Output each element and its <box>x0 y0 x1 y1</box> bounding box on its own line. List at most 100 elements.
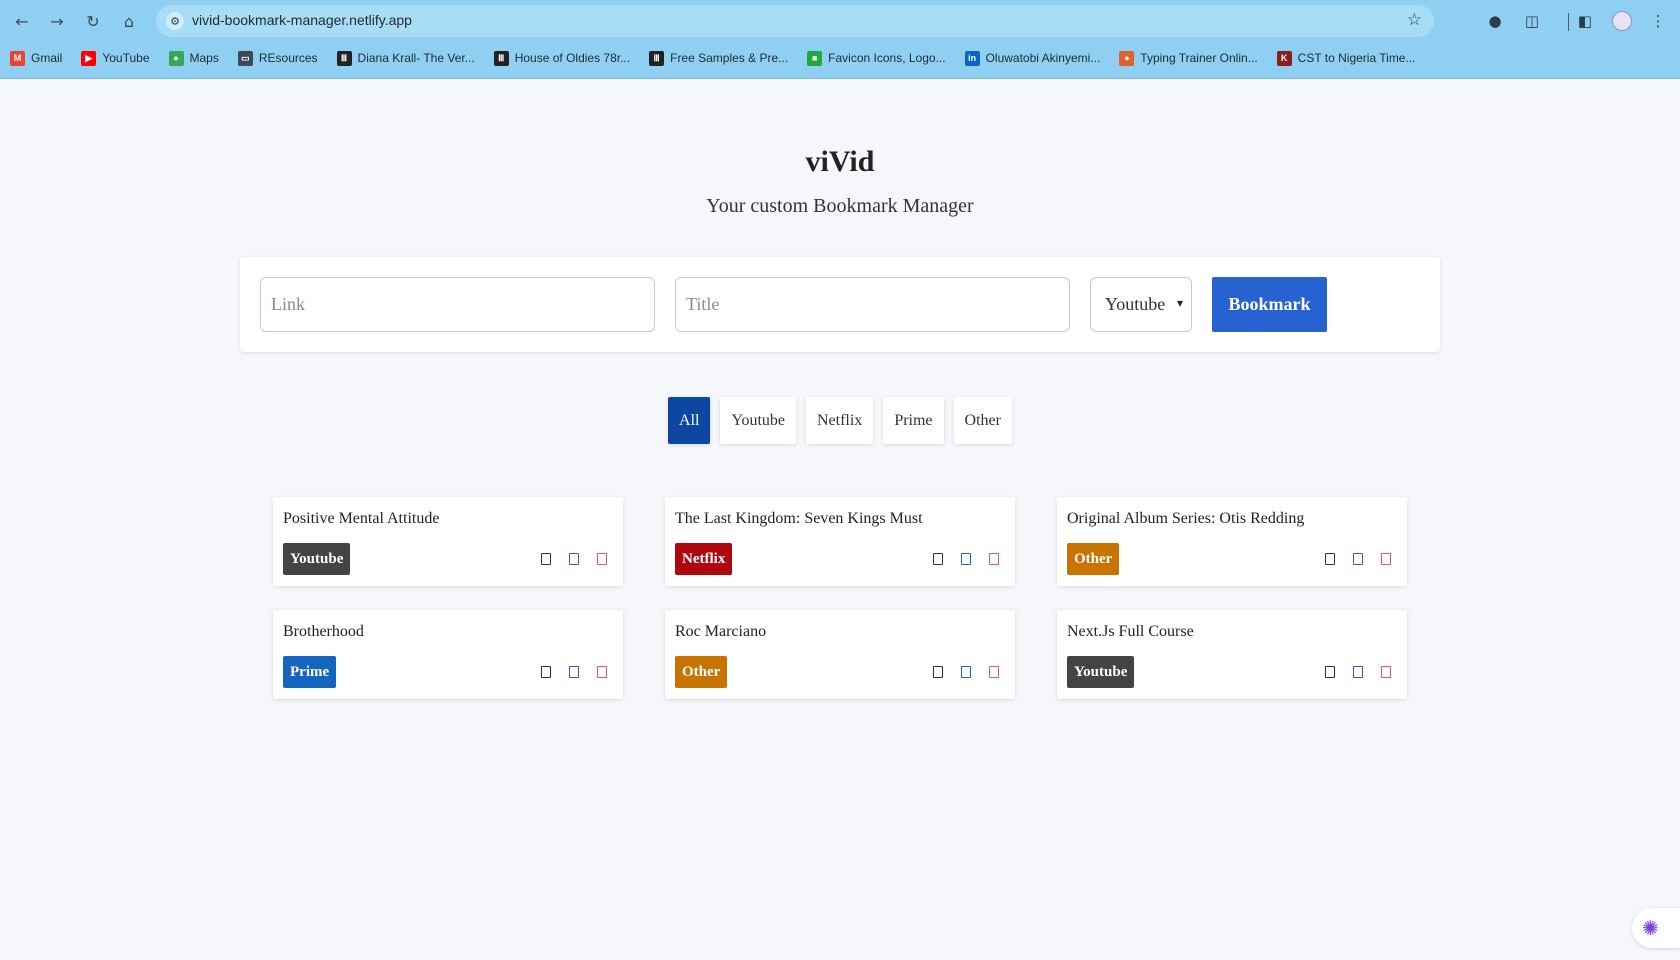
star-icon[interactable]: ☆ <box>1407 10 1422 30</box>
open-icon[interactable] <box>1325 553 1335 565</box>
site-icon: Ⅲ <box>336 50 352 66</box>
delete-icon[interactable] <box>597 666 607 678</box>
filter-all[interactable]: All <box>668 397 711 444</box>
filter-other[interactable]: Other <box>953 397 1012 444</box>
bookmark-bar-label: Typing Trainer Onlin... <box>1140 51 1258 65</box>
arrow-right-icon: → <box>50 11 64 31</box>
bookmark-card: Brotherhood Prime <box>273 610 623 699</box>
bookmark-bar-item[interactable]: Ⅲ Free Samples & Pre... <box>649 50 789 66</box>
bookmark-bar-label: Favicon Icons, Logo... <box>828 51 946 65</box>
edit-icon[interactable] <box>961 666 971 678</box>
arrow-left-icon: ← <box>15 11 29 31</box>
bookmark-bar-item[interactable]: in Oluwatobi Akinyemi... <box>964 50 1101 66</box>
tune-icon[interactable]: ⚙ <box>166 12 184 30</box>
edit-icon[interactable] <box>1353 666 1363 678</box>
bookmark-bar-label: Gmail <box>31 51 63 65</box>
browser-toolbar: ← → ↻ ⌂ ⚙ vivid-bookmark-manager.netlify… <box>0 0 1680 79</box>
home-button[interactable]: ⌂ <box>116 8 142 34</box>
reload-icon: ↻ <box>86 11 100 31</box>
edit-icon[interactable] <box>569 666 579 678</box>
title-input[interactable] <box>675 277 1070 332</box>
category-select[interactable]: Youtube ▾ <box>1090 277 1192 332</box>
bookmark-bar-item[interactable]: Ⅲ Diana Krall- The Ver... <box>336 50 475 66</box>
delete-icon[interactable] <box>1381 666 1391 678</box>
bookmark-bar-item[interactable]: ● Maps <box>168 50 219 66</box>
add-bookmark-form: Youtube ▾ Bookmark <box>240 257 1440 352</box>
bookmark-card: The Last Kingdom: Seven Kings Must Netfli… <box>665 497 1015 586</box>
filter-prime[interactable]: Prime <box>883 397 944 444</box>
bookmark-button[interactable]: Bookmark <box>1212 277 1327 332</box>
card-actions <box>541 666 607 678</box>
edit-icon[interactable] <box>961 553 971 565</box>
filter-netflix[interactable]: Netflix <box>805 397 874 444</box>
link-input[interactable] <box>260 277 655 332</box>
card-actions <box>933 553 999 565</box>
bookmark-bar-item[interactable]: K CST to Nigeria Time... <box>1276 50 1416 66</box>
url-text[interactable]: vivid-bookmark-manager.netlify.app <box>192 12 412 28</box>
card-actions <box>1325 666 1391 678</box>
bookmark-bar-item[interactable]: Ⅲ House of Oldies 78r... <box>493 50 630 66</box>
bookmark-bar-label: Free Samples & Pre... <box>670 51 789 65</box>
profile-button[interactable] <box>1609 8 1635 34</box>
card-actions <box>933 666 999 678</box>
side-panel-button[interactable]: ◧ <box>1572 8 1598 34</box>
typing-icon: ● <box>1119 50 1135 66</box>
bookmark-title: Positive Mental Attitude <box>283 510 440 527</box>
piano-icon: Ⅲ <box>649 50 665 66</box>
delete-icon[interactable] <box>1381 553 1391 565</box>
bookmark-title: Next.Js Full Course <box>1067 623 1194 640</box>
bookmark-card: Original Album Series: Otis Redding Other <box>1057 497 1407 586</box>
bookmark-bar-label: YouTube <box>102 51 150 65</box>
extensions-button[interactable]: ◫ <box>1519 8 1545 34</box>
bookmark-bar-item[interactable]: ▶ YouTube <box>81 50 150 66</box>
open-icon[interactable] <box>933 553 943 565</box>
bookmark-bar-label: CST to Nigeria Time... <box>1297 51 1416 65</box>
category-select-value: Youtube <box>1105 294 1166 314</box>
delete-icon[interactable] <box>989 666 999 678</box>
category-badge: Other <box>675 656 728 688</box>
bookmark-grid: Positive Mental Attitude Youtube The Last … <box>273 497 1408 699</box>
open-icon[interactable] <box>541 553 551 565</box>
home-icon: ⌂ <box>123 11 135 31</box>
bookmark-bar-item[interactable]: ● Typing Trainer Onlin... <box>1119 50 1258 66</box>
bookmark-bar-label: Diana Krall- The Ver... <box>357 51 475 65</box>
bookmark-card: Roc Marciano Other <box>665 610 1015 699</box>
bookmark-bar-item[interactable]: M Gmail <box>10 50 63 66</box>
category-badge: Other <box>1067 543 1120 575</box>
brain-extension-icon[interactable]: ✺ <box>1632 908 1680 948</box>
edit-icon[interactable] <box>569 553 579 565</box>
kebab-menu-icon: ⋮ <box>1650 12 1666 30</box>
bulb-icon: ● <box>1488 12 1502 30</box>
bookmark-card: Positive Mental Attitude Youtube <box>273 497 623 586</box>
bookmark-bar-label: Maps <box>189 51 219 65</box>
bookmark-bar-item[interactable]: ■ Favicon Icons, Logo... <box>807 50 946 66</box>
category-badge: Youtube <box>283 543 351 575</box>
avatar <box>1612 11 1632 31</box>
open-icon[interactable] <box>1325 666 1335 678</box>
open-icon[interactable] <box>541 666 551 678</box>
open-icon[interactable] <box>933 666 943 678</box>
address-bar[interactable]: ⚙ vivid-bookmark-manager.netlify.app ☆ <box>156 5 1434 37</box>
menu-button[interactable]: ⋮ <box>1645 8 1671 34</box>
site-icon: Ⅲ <box>493 50 509 66</box>
bookmark-title: The Last Kingdom: Seven Kings Must <box>675 510 923 527</box>
forward-button[interactable]: → <box>44 8 70 34</box>
category-filters: All Youtube Netflix Prime Other <box>0 397 1680 444</box>
back-button[interactable]: ← <box>9 8 35 34</box>
side-panel-icon: ◧ <box>1577 12 1593 30</box>
bookmark-bar-item[interactable]: ▭ REsources <box>237 50 318 66</box>
card-actions <box>1325 553 1391 565</box>
card-actions <box>541 553 607 565</box>
linkedin-icon: in <box>964 50 980 66</box>
delete-icon[interactable] <box>989 553 999 565</box>
bookmark-bar-label: Oluwatobi Akinyemi... <box>985 51 1101 65</box>
bookmark-bar-label: REsources <box>258 51 318 65</box>
filter-youtube[interactable]: Youtube <box>720 397 796 444</box>
edit-icon[interactable] <box>1353 553 1363 565</box>
puzzle-icon: ◫ <box>1524 12 1540 30</box>
extension-button[interactable]: ● <box>1482 8 1508 34</box>
delete-icon[interactable] <box>597 553 607 565</box>
folder-icon: ▭ <box>237 50 253 66</box>
reload-button[interactable]: ↻ <box>80 8 106 34</box>
toolbar-divider <box>1568 13 1569 31</box>
